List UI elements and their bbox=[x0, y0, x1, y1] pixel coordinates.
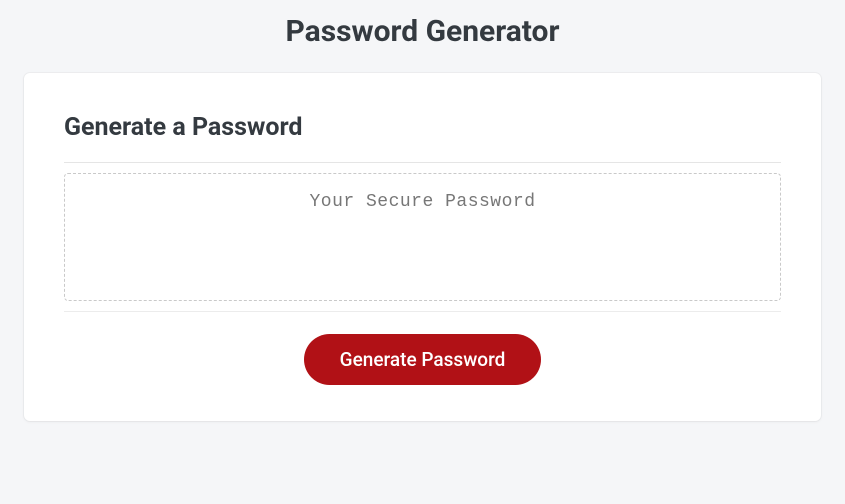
divider-top bbox=[64, 162, 781, 163]
divider-bottom bbox=[64, 311, 781, 312]
page-title: Password Generator bbox=[0, 0, 845, 73]
card-heading: Generate a Password bbox=[64, 113, 781, 142]
password-output: Your Secure Password bbox=[64, 173, 781, 301]
generator-card: Generate a Password Your Secure Password… bbox=[24, 73, 821, 421]
generate-password-button[interactable]: Generate Password bbox=[304, 334, 542, 385]
button-row: Generate Password bbox=[64, 334, 781, 385]
